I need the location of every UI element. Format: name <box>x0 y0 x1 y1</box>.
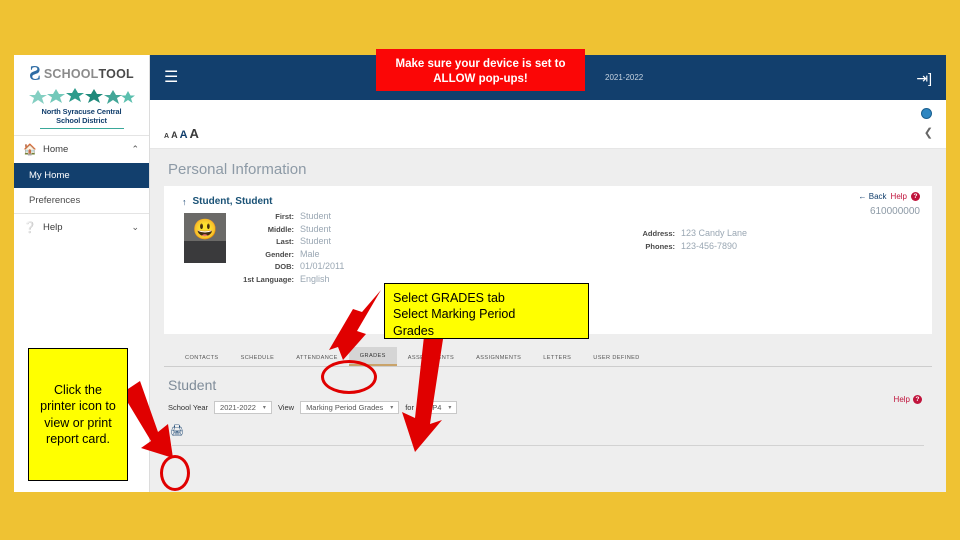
arrow-to-grades-tab <box>329 290 381 360</box>
annotation-grades: Select GRADES tab Select Marking Period … <box>384 283 589 339</box>
annotation-popups: Make sure your device is set to ALLOW po… <box>376 49 585 91</box>
annotation-grades-line2: Select Marking Period <box>393 307 516 322</box>
annotation-grades-line3: Grades <box>393 323 434 338</box>
annotation-printer: Click the printer icon to view or print … <box>28 348 128 481</box>
arrow-to-printer-icon <box>122 381 173 458</box>
annotation-grades-line1: Select GRADES tab <box>393 291 505 305</box>
